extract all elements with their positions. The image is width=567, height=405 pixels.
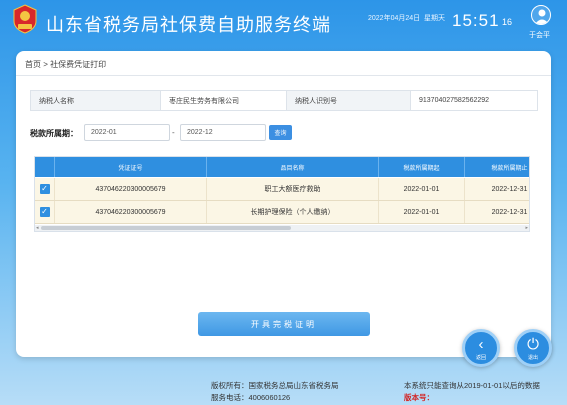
version-label: 版本号： [404, 393, 434, 402]
table-row[interactable]: ✓ 437046220300005679 职工大额医疗救助 2022-01-01… [35, 178, 529, 201]
issue-tax-certificate-button[interactable]: 开具完税证明 [198, 312, 370, 336]
footer-phone: 服务电话：4006060126 [211, 393, 291, 402]
taxpayer-info: 纳税人名称 枣庄民生劳务有限公司 纳税人识别号 9137040275825622… [30, 90, 538, 111]
horizontal-scrollbar[interactable]: ◂ ▸ [35, 225, 529, 231]
period-end-cell: 2022-12-31 [465, 178, 529, 200]
header-item-name: 品目名称 [207, 157, 379, 177]
power-icon: ⏻ [527, 336, 539, 353]
footer-notice: 本系统只能查询从2019-01-01以后的数据 [404, 381, 540, 390]
user-avatar-icon[interactable] [531, 5, 551, 25]
header-period-start: 税款所属期起 [379, 157, 465, 177]
current-weekday: 星期天 [424, 15, 445, 22]
user-name: 于会平 [529, 32, 550, 39]
current-date: 2022年04月24日 [368, 15, 421, 22]
back-label: 返回 [475, 355, 486, 361]
header-period-end: 税款所属期止 [465, 157, 529, 177]
divider [16, 75, 551, 76]
exit-button[interactable]: ⏻ 退出 [514, 329, 552, 367]
item-name-cell: 长期护理保险（个人缴纳） [207, 201, 379, 223]
period-from-input[interactable]: 2022-01 [84, 124, 170, 141]
taxpayer-id-label: 纳税人识别号 [287, 91, 411, 110]
scroll-left-icon[interactable]: ◂ [36, 225, 39, 231]
checkmark-icon: ✓ [39, 207, 50, 217]
taxpayer-name-value: 枣庄民生劳务有限公司 [161, 91, 287, 110]
taxpayer-id-value: 913704027582562292 [419, 97, 490, 104]
row-checkbox[interactable]: ✓ [35, 178, 55, 200]
header-voucher-no: 凭证证号 [55, 157, 207, 177]
main-panel: 首页 > 社保费凭证打印 纳税人名称 枣庄民生劳务有限公司 纳税人识别号 913… [16, 51, 551, 357]
current-seconds: 16 [502, 17, 513, 27]
voucher-table: 凭证证号 品目名称 税款所属期起 税款所属期止 ✓ 43704622030000… [34, 156, 530, 232]
back-button[interactable]: ‹ 返回 [462, 329, 500, 367]
app-title: 山东省税务局社保费自助服务终端 [46, 15, 331, 35]
scrollbar-thumb[interactable] [41, 226, 291, 230]
query-button[interactable]: 查询 [269, 125, 292, 140]
voucher-no-cell: 437046220300005679 [55, 178, 207, 200]
taxpayer-name-label: 纳税人名称 [31, 91, 161, 110]
voucher-no-cell: 437046220300005679 [55, 201, 207, 223]
row-checkbox[interactable]: ✓ [35, 201, 55, 223]
item-name-cell: 职工大额医疗救助 [207, 178, 379, 200]
footer-copyright: 版权所有：国家税务总局山东省税务局 [211, 381, 339, 390]
tax-emblem-icon [13, 4, 37, 34]
period-end-cell: 2022-12-31 [465, 201, 529, 223]
period-label: 税款所属期： [30, 129, 78, 138]
period-to-input[interactable]: 2022-12 [180, 124, 266, 141]
app-header: 山东省税务局社保费自助服务终端 2022年04月24日 星期天 15:51 16… [0, 0, 567, 44]
table-header: 凭证证号 品目名称 税款所属期起 税款所属期止 [35, 157, 529, 177]
period-start-cell: 2022-01-01 [379, 201, 465, 223]
current-time: 15:51 [452, 11, 500, 30]
footer-contact: 版权所有：国家税务总局山东省税务局 服务电话：4006060126 [211, 380, 339, 404]
header-select-column [35, 157, 55, 177]
period-start-cell: 2022-01-01 [379, 178, 465, 200]
exit-label: 退出 [527, 355, 538, 361]
breadcrumb: 首页 > 社保费凭证打印 [25, 60, 107, 69]
footer-notice-block: 本系统只能查询从2019-01-01以后的数据 版本号： [404, 380, 540, 404]
chevron-left-icon: ‹ [478, 336, 484, 353]
period-separator: - [172, 128, 175, 137]
checkmark-icon: ✓ [39, 184, 50, 194]
table-row[interactable]: ✓ 437046220300005679 长期护理保险（个人缴纳） 2022-0… [35, 201, 529, 224]
scroll-right-icon[interactable]: ▸ [525, 225, 528, 231]
